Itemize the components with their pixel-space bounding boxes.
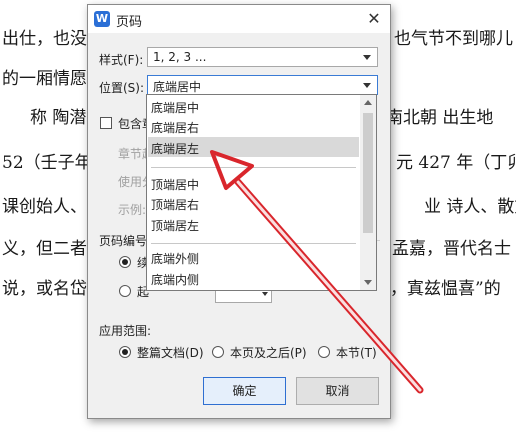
style-select-value: 1, 2, 3 ... bbox=[153, 50, 207, 64]
doc-line: 业 诗人、散文 bbox=[424, 197, 516, 217]
page-numbering-label: 页码编号 bbox=[99, 234, 148, 248]
scroll-down-icon[interactable] bbox=[360, 274, 376, 290]
wps-app-icon: W bbox=[94, 11, 110, 27]
apply-range-label: 应用范围: bbox=[99, 324, 152, 338]
continue-radio[interactable] bbox=[119, 256, 131, 268]
apply-whole-document-radio[interactable] bbox=[119, 346, 131, 358]
doc-line: 元 427 年（丁卯 bbox=[396, 153, 516, 173]
dropdown-item[interactable]: 底端内侧 bbox=[151, 271, 199, 288]
position-select-value: 底端居中 bbox=[153, 80, 202, 94]
dropdown-separator bbox=[151, 243, 356, 244]
dropdown-separator bbox=[151, 167, 356, 168]
apply-this-section-label: 本节(T) bbox=[336, 346, 377, 360]
include-chapter-checkbox[interactable] bbox=[100, 117, 112, 129]
doc-line: 52（壬子年 bbox=[2, 153, 92, 173]
apply-this-page-after-radio[interactable] bbox=[212, 346, 224, 358]
dropdown-item[interactable]: 底端外侧 bbox=[151, 250, 199, 267]
apply-this-section-radio[interactable] bbox=[318, 346, 330, 358]
dropdown-scrollbar[interactable] bbox=[360, 95, 376, 290]
start-at-radio[interactable] bbox=[119, 285, 131, 297]
scrollbar-thumb[interactable] bbox=[363, 113, 373, 233]
scroll-up-icon[interactable] bbox=[360, 95, 376, 111]
close-icon[interactable]: ✕ bbox=[364, 9, 384, 29]
chevron-down-icon bbox=[363, 83, 371, 88]
apply-this-page-after-label: 本页及之后(P) bbox=[230, 346, 307, 360]
position-dropdown-list: 底端居中 底端居右 底端居左 顶端居中 顶端居右 顶端居左 底端外侧 底端内侧 bbox=[146, 94, 377, 291]
apply-whole-document-label: 整篇文档(D) bbox=[137, 346, 204, 360]
position-label: 位置(S): bbox=[99, 81, 145, 95]
dropdown-item[interactable]: 底端居中 bbox=[151, 99, 199, 116]
dialog-titlebar[interactable]: W 页码 ✕ bbox=[88, 5, 390, 33]
dropdown-item[interactable]: 顶端居中 bbox=[151, 176, 199, 193]
doc-line: 孟嘉，晋代名士 bbox=[392, 239, 511, 259]
ok-button[interactable]: 确定 bbox=[203, 377, 286, 405]
dropdown-item[interactable]: 底端居右 bbox=[151, 119, 199, 136]
cancel-button[interactable]: 取消 bbox=[296, 377, 379, 405]
dialog-title: 页码 bbox=[116, 15, 143, 30]
dropdown-item[interactable]: 顶端居左 bbox=[151, 217, 199, 234]
chevron-down-icon bbox=[262, 292, 268, 296]
style-label: 样式(F): bbox=[99, 53, 144, 67]
dropdown-item-selected[interactable]: 底端居左 bbox=[151, 140, 199, 157]
dropdown-item[interactable]: 顶端居右 bbox=[151, 196, 199, 213]
doc-line: 也气节不到哪儿 bbox=[394, 29, 513, 49]
style-select[interactable]: 1, 2, 3 ... bbox=[147, 47, 378, 67]
doc-line: ，寘兹愠喜”的 bbox=[390, 279, 501, 299]
chevron-down-icon bbox=[363, 55, 371, 60]
doc-line: 南北朝 出生地 bbox=[386, 108, 494, 128]
example-label: 示例: bbox=[118, 203, 147, 217]
doc-line: 称 陶潜 bbox=[30, 108, 87, 128]
position-select[interactable]: 底端居中 bbox=[147, 75, 378, 95]
